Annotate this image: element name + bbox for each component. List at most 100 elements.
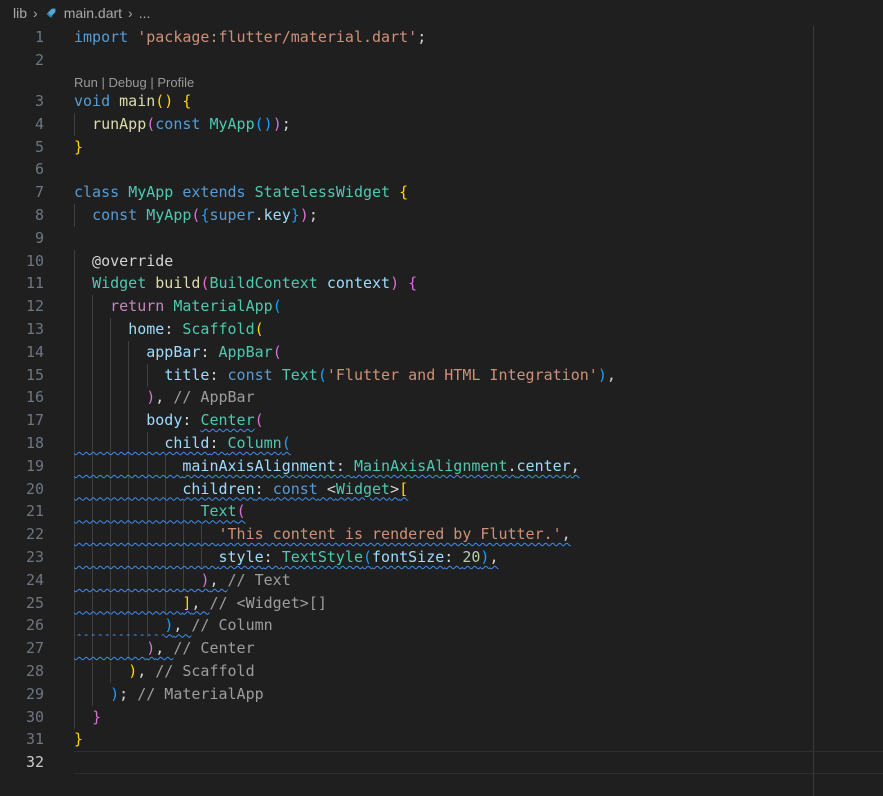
code-line[interactable]: 12 return MaterialApp( xyxy=(0,295,883,319)
code-line[interactable]: 9 xyxy=(0,227,883,250)
code-line[interactable]: 4 runApp(const MyApp()); xyxy=(0,112,883,136)
breadcrumb-more[interactable]: ... xyxy=(139,5,151,21)
code-line[interactable]: 25 ], // <Widget>[] xyxy=(0,591,883,615)
line-number: 1 xyxy=(34,28,44,46)
line-number: 28 xyxy=(25,662,44,680)
code-line[interactable]: 10 @override xyxy=(0,249,883,273)
chevron-right-icon: › xyxy=(33,5,38,21)
code-token: @override xyxy=(74,251,174,270)
code-text: void main() { xyxy=(74,90,191,113)
code-line[interactable]: 1 import 'package:flutter/material.dart'; xyxy=(0,26,883,49)
line-number: 6 xyxy=(34,160,44,179)
code-line[interactable]: 26 ), // Column xyxy=(0,614,883,638)
code-line[interactable]: 30 } xyxy=(0,705,883,729)
code-token: ; xyxy=(119,684,138,703)
code-line[interactable]: 11 Widget build(BuildContext context) { xyxy=(0,272,883,296)
code-text: body: Center( xyxy=(74,409,264,432)
code-editor[interactable]: Run | Debug | Profile 1 import 'package:f… xyxy=(0,26,883,796)
code-token: , xyxy=(155,639,174,658)
code-token: // AppBar xyxy=(173,388,255,407)
code-token: TextStyle xyxy=(281,548,363,566)
code-text: ), // Column xyxy=(74,614,272,637)
code-token: ( xyxy=(254,320,264,338)
code-line[interactable]: 13 home: Scaffold( xyxy=(0,318,883,341)
code-token: ( xyxy=(317,365,327,384)
code-token: ( xyxy=(146,114,156,133)
line-number: 16 xyxy=(25,388,44,407)
code-token: ( xyxy=(272,342,282,361)
code-token: , xyxy=(137,662,156,680)
code-token: () xyxy=(254,114,273,133)
code-line[interactable]: 18 child: Column( xyxy=(0,432,883,455)
code-line[interactable]: 3 void main() { xyxy=(0,90,883,113)
breadcrumb-folder[interactable]: lib xyxy=(13,5,27,21)
code-line[interactable]: 20 children: const <Widget>[ xyxy=(0,477,883,501)
code-line[interactable]: 24 ), // Text xyxy=(0,568,883,592)
code-text: child: Column( xyxy=(74,432,290,455)
code-token: context xyxy=(326,274,391,293)
code-line[interactable]: 19 mainAxisAlignment: MainAxisAlignment.… xyxy=(0,454,883,478)
code-token: const xyxy=(155,114,201,133)
code-line[interactable]: 29 ); // MaterialApp xyxy=(0,682,883,706)
code-token: ) xyxy=(164,616,174,635)
code-line[interactable]: 6 xyxy=(0,158,883,181)
code-text: ], // <Widget>[] xyxy=(74,592,327,615)
code-line[interactable]: 22 'This content is rendered by Flutter.… xyxy=(0,523,883,547)
code-line[interactable]: 8 const MyApp({super.key}); xyxy=(0,204,883,227)
breadcrumb-file[interactable]: main.dart xyxy=(64,5,122,21)
line-number: 21 xyxy=(25,502,44,521)
line-number: 17 xyxy=(25,411,44,430)
code-line[interactable]: 28 ), // Scaffold xyxy=(0,660,883,683)
code-text: } xyxy=(74,728,83,751)
line-number: 2 xyxy=(34,51,44,69)
code-text: 'This content is rendered by Flutter.', xyxy=(74,523,571,546)
code-line[interactable]: 32 xyxy=(0,751,883,775)
code-token: ; xyxy=(417,28,427,46)
code-text: Widget build(BuildContext context) { xyxy=(74,272,417,295)
code-token: body xyxy=(146,411,183,430)
code-token: , xyxy=(155,388,174,407)
code-token: ) xyxy=(146,388,156,407)
line-number: 23 xyxy=(25,548,44,566)
line-number: 24 xyxy=(25,570,44,589)
code-text: } xyxy=(74,706,101,729)
code-line[interactable]: 14 appBar: AppBar( xyxy=(0,340,883,364)
code-line[interactable]: 27 ), // Center xyxy=(0,637,883,661)
code-text: ), // Center xyxy=(74,637,254,660)
code-line[interactable]: 17 body: Center( xyxy=(0,409,883,433)
code-line[interactable]: 31} xyxy=(0,728,883,751)
code-line[interactable]: 23 style: TextStyle(fontSize: 20), xyxy=(0,546,883,569)
code-line[interactable]: 16 ), // AppBar xyxy=(0,386,883,410)
line-number: 18 xyxy=(25,434,44,452)
code-line[interactable]: 5} xyxy=(0,136,883,159)
code-token: MainAxisAlignment xyxy=(353,456,508,475)
code-line[interactable]: 2 xyxy=(0,49,883,72)
code-token: center xyxy=(516,456,571,475)
code-token: : xyxy=(200,342,219,361)
code-token: ) xyxy=(390,274,400,293)
code-line[interactable]: 21 Text( xyxy=(0,500,883,524)
line-number: 11 xyxy=(25,274,44,293)
code-token: : xyxy=(209,434,228,452)
code-token: ( xyxy=(254,411,264,430)
code-text: return MaterialApp( xyxy=(74,295,282,318)
code-line[interactable]: 7 class MyApp extends StatelessWidget { xyxy=(0,181,883,204)
code-token: : xyxy=(263,548,282,566)
code-token: } xyxy=(92,707,102,726)
breadcrumb: lib › main.dart › ... xyxy=(0,0,883,26)
code-line[interactable]: 15 title: const Text('Flutter and HTML I… xyxy=(0,363,883,387)
code-token: 20 xyxy=(462,548,481,566)
code-text: ), // Scaffold xyxy=(74,660,254,683)
